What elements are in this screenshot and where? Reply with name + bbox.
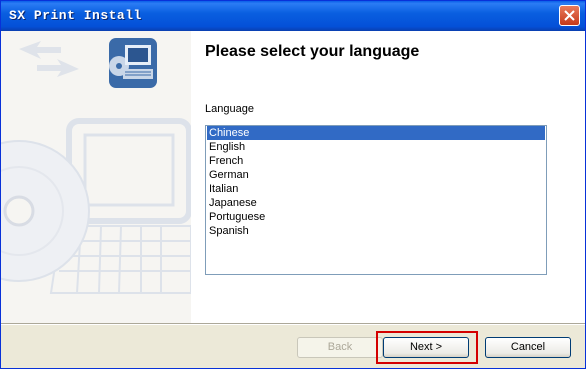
title-bar[interactable]: SX Print Install: [1, 1, 585, 31]
close-button[interactable]: [559, 5, 580, 26]
language-option[interactable]: Italian: [207, 182, 545, 196]
language-option[interactable]: Chinese: [207, 126, 545, 140]
cancel-button[interactable]: Cancel: [485, 337, 571, 358]
computer-disc-illustration: [1, 38, 191, 294]
close-icon: [564, 10, 575, 21]
language-label: Language: [205, 103, 254, 115]
language-listbox[interactable]: Chinese English French German Italian Japanes…: [205, 125, 547, 275]
wizard-body: Please select your language Language Chi…: [1, 31, 585, 323]
window-title: SX Print Install: [9, 8, 142, 23]
footer-divider: [1, 323, 585, 325]
computer-icon: [109, 38, 157, 88]
arrows-icon: [19, 41, 79, 77]
next-button[interactable]: Next >: [383, 337, 469, 358]
language-option[interactable]: Spanish: [207, 224, 545, 238]
back-button[interactable]: Back: [297, 337, 383, 358]
language-option[interactable]: German: [207, 168, 545, 182]
language-option[interactable]: Japanese: [207, 196, 545, 210]
page-title: Please select your language: [205, 43, 420, 60]
language-option[interactable]: English: [207, 140, 545, 154]
language-option[interactable]: French: [207, 154, 545, 168]
installer-window: SX Print Install Please select your lang…: [0, 0, 586, 369]
language-option[interactable]: Portuguese: [207, 210, 545, 224]
decorative-side-panel: [1, 31, 191, 323]
